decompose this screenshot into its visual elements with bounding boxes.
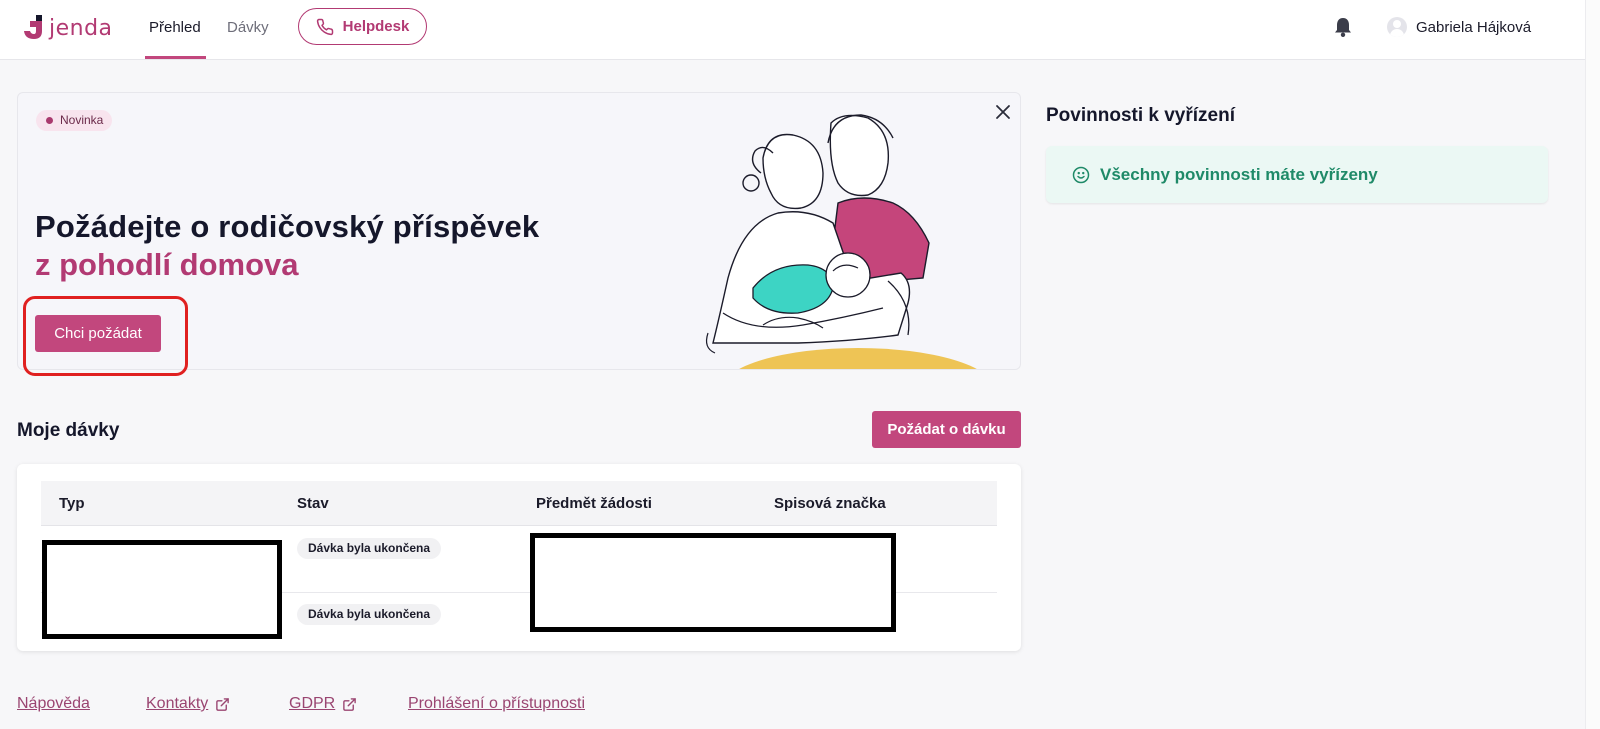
footer-link-prohlaseni[interactable]: Prohlášení o přístupnosti: [408, 695, 585, 713]
column-header-typ[interactable]: Typ: [59, 495, 85, 512]
red-highlight-annotation: [23, 296, 188, 376]
badge-dot: [46, 117, 53, 124]
helpdesk-label: Helpdesk: [342, 18, 410, 35]
footer-link-napoveda[interactable]: Nápověda: [17, 695, 90, 713]
banner-headline: Požádejte o rodičovský příspěvek: [35, 209, 540, 244]
phone-icon: [316, 18, 333, 35]
nav-item-prehled[interactable]: Přehled: [149, 19, 201, 36]
column-header-predmet[interactable]: Předmět žádosti: [536, 495, 652, 512]
table-header: Typ Stav Předmět žádosti Spisová značka: [41, 481, 997, 526]
footer-link-gdpr[interactable]: GDPR: [289, 695, 357, 713]
active-nav-indicator: [145, 56, 206, 59]
footer-link-label: Kontakty: [146, 695, 209, 712]
footer-link-kontakty[interactable]: Kontakty: [146, 695, 230, 713]
news-badge: Novinka: [36, 110, 113, 131]
helpdesk-button[interactable]: Helpdesk: [298, 8, 427, 45]
benefits-table: Typ Stav Předmět žádosti Spisová značka …: [17, 464, 1021, 651]
duties-title: Povinnosti k vyřízení: [1046, 105, 1235, 126]
user-avatar[interactable]: [1387, 17, 1407, 37]
status-badge: Dávka byla ukončena: [297, 538, 442, 559]
footer-link-label: Prohlášení o přístupnosti: [408, 695, 585, 712]
column-header-spisova-znacka[interactable]: Spisová značka: [774, 495, 886, 512]
family-illustration: [705, 114, 977, 369]
user-name[interactable]: Gabriela Hájková: [1416, 19, 1531, 36]
duties-message: Všechny povinnosti máte vyřízeny: [1100, 164, 1378, 184]
external-link-icon: [216, 697, 230, 711]
top-navigation-bar: jenda Přehled Dávky Helpdesk Gabriela Há…: [0, 0, 1600, 60]
close-icon[interactable]: [994, 103, 1012, 121]
external-link-icon: [343, 697, 357, 711]
footer-link-label: GDPR: [289, 695, 336, 712]
bell-icon[interactable]: [1333, 16, 1353, 38]
column-header-stav[interactable]: Stav: [297, 495, 329, 512]
page-scrollbar[interactable]: [1585, 0, 1600, 729]
duties-status-card: Všechny povinnosti máte vyřízeny: [1046, 146, 1548, 203]
redacted-type-cell: [42, 540, 282, 639]
logo-text: jenda: [49, 15, 113, 41]
request-benefit-button[interactable]: Požádat o dávku: [872, 411, 1021, 448]
smile-icon: [1072, 166, 1090, 183]
nav-item-davky[interactable]: Dávky: [227, 19, 269, 36]
badge-label: Novinka: [60, 113, 104, 127]
jenda-logo-icon: [24, 15, 42, 39]
jenda-logo[interactable]: jenda: [22, 13, 122, 43]
footer-link-label: Nápověda: [17, 695, 90, 712]
benefits-section-title: Moje dávky: [17, 420, 120, 441]
redacted-subject-cell: [530, 533, 896, 632]
status-badge: Dávka byla ukončena: [297, 604, 442, 625]
banner-headline-accent: z pohodlí domova: [35, 247, 299, 282]
